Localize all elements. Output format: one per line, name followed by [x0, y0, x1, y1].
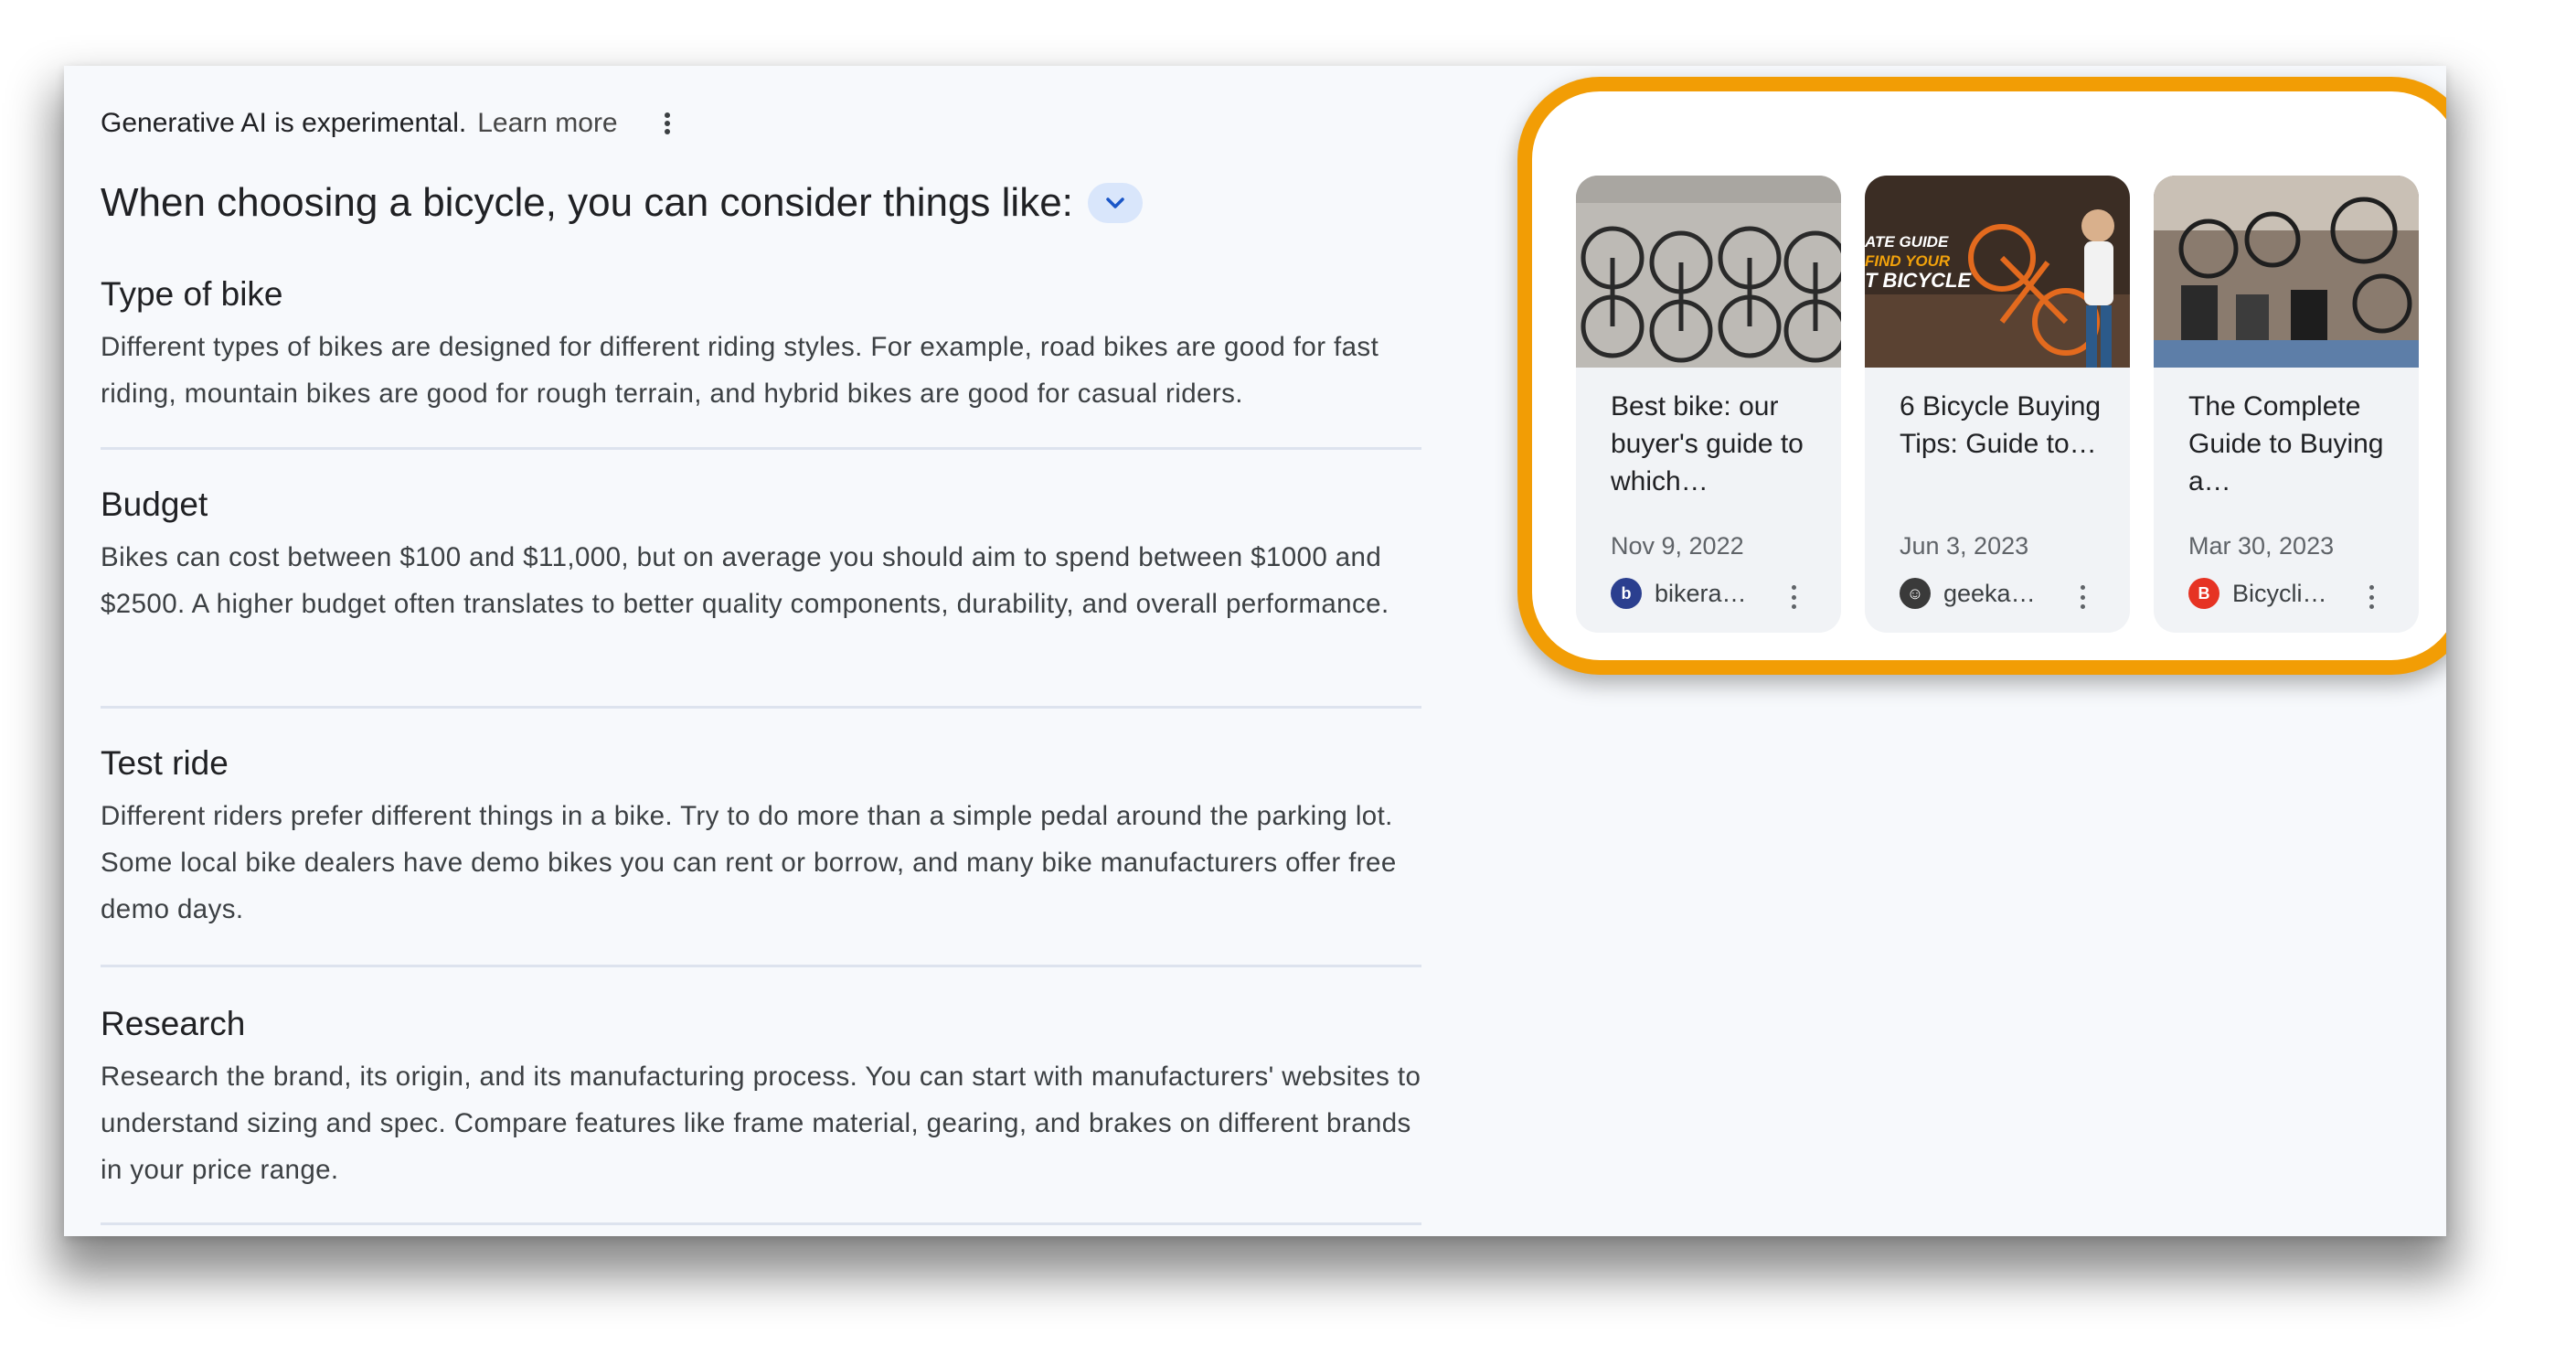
headline-text: When choosing a bicycle, you can conside…	[101, 180, 1073, 225]
experimental-notice: Generative AI is experimental. Learn mor…	[101, 96, 673, 151]
card-more-icon[interactable]	[2366, 583, 2377, 611]
section-text: Different riders prefer different things…	[101, 801, 1397, 924]
bicycling-favicon-icon: B	[2188, 578, 2219, 609]
divider	[101, 706, 1421, 709]
learn-more-link[interactable]: Learn more	[477, 108, 617, 139]
card-source: b bikera…	[1611, 578, 1747, 609]
card-source: B Bicycli…	[2188, 578, 2327, 609]
expand-button[interactable]	[1087, 183, 1143, 223]
experimental-label: Generative AI is experimental.	[101, 108, 467, 138]
source-card[interactable]: The Complete Guide to Buying a… Mar 30, …	[2154, 176, 2419, 633]
card-date: Mar 30, 2023	[2188, 532, 2335, 560]
section-budget: Budget Bikes can cost between $100 and $…	[101, 481, 1421, 627]
divider	[101, 447, 1421, 450]
card-title: 6 Bicycle Buying Tips: Guide to…	[1900, 391, 2102, 459]
source-card[interactable]: Best bike: our buyer's guide to which… N…	[1576, 176, 1841, 633]
section-research: Research Research the brand, its origin,…	[101, 1000, 1421, 1193]
card-more-icon[interactable]	[2077, 583, 2088, 611]
card-title: Best bike: our buyer's guide to which…	[1611, 391, 1804, 496]
geekflare-favicon-icon: ☺	[1900, 578, 1931, 609]
section-title: Test ride	[101, 744, 229, 782]
card-title: The Complete Guide to Buying a…	[2188, 391, 2384, 496]
card-date: Nov 9, 2022	[1611, 532, 1744, 560]
source-card[interactable]: ATE GUIDE FIND YOUR T BICYCLE 6 Bicycle …	[1865, 176, 2130, 633]
card-thumbnail	[2154, 176, 2419, 368]
overview-headline: When choosing a bicycle, you can conside…	[101, 166, 1143, 240]
card-more-icon[interactable]	[1788, 583, 1799, 611]
ai-overview-panel: Generative AI is experimental. Learn mor…	[64, 66, 2446, 1236]
section-title: Research	[101, 1005, 246, 1042]
section-text: Research the brand, its origin, and its …	[101, 1062, 1421, 1185]
source-cards-highlight: Best bike: our buyer's guide to which… N…	[1517, 77, 2446, 675]
source-name: geeka…	[1943, 579, 2036, 607]
source-name: Bicycli…	[2232, 579, 2327, 607]
section-text: Bikes can cost between $100 and $11,000,…	[101, 542, 1389, 619]
more-options-icon[interactable]	[662, 107, 673, 140]
divider	[101, 965, 1421, 967]
section-text: Different types of bikes are designed fo…	[101, 332, 1379, 409]
source-name: bikera…	[1655, 579, 1747, 607]
card-source: ☺ geeka…	[1900, 578, 2036, 609]
section-title: Budget	[101, 486, 208, 523]
bikeradar-favicon-icon: b	[1611, 578, 1642, 609]
thumbnail-caption: ATE GUIDE FIND YOUR T BICYCLE	[1865, 233, 1972, 292]
section-test-ride: Test ride Different riders prefer differ…	[101, 740, 1421, 933]
card-date: Jun 3, 2023	[1900, 532, 2029, 560]
section-type-of-bike: Type of bike Different types of bikes ar…	[101, 271, 1421, 417]
divider	[101, 1222, 1421, 1225]
chevron-down-icon	[1106, 197, 1124, 208]
card-thumbnail	[1576, 176, 1841, 368]
section-title: Type of bike	[101, 275, 283, 313]
